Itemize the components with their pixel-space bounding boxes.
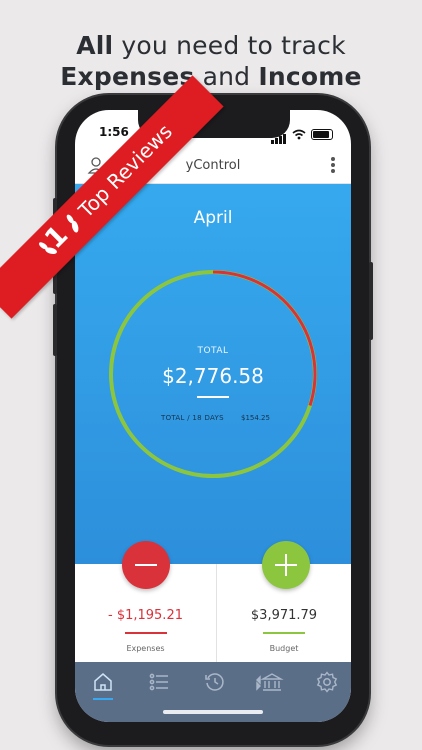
- headline-word-all: All: [76, 31, 114, 60]
- volume-down-button: [53, 304, 57, 356]
- budget-value[interactable]: $3,971.79: [217, 608, 351, 623]
- home-indicator[interactable]: [163, 710, 263, 714]
- headline: All you need to track Expenses and Incom…: [0, 30, 422, 92]
- gear-icon[interactable]: [315, 670, 339, 694]
- home-icon[interactable]: [91, 670, 115, 694]
- add-expense-button[interactable]: [122, 541, 170, 589]
- expenses-value[interactable]: - $1,195.21: [75, 608, 216, 623]
- status-time: 1:56: [99, 125, 129, 139]
- days-value: $154.25: [241, 414, 270, 422]
- headline-line-2: Expenses and Income: [0, 61, 422, 92]
- headline-word-expenses: Expenses: [60, 62, 195, 91]
- budget-underline: [263, 632, 305, 634]
- total-label: TOTAL: [197, 346, 229, 356]
- power-button: [369, 262, 373, 340]
- battery-icon: [311, 129, 333, 140]
- summary-panel: April TOTAL $2,776.58 TOTAL / 18 DAYS $1…: [75, 184, 351, 564]
- total-underline: [197, 396, 229, 398]
- list-icon[interactable]: [147, 670, 171, 694]
- headline-line-1-rest: you need to track: [113, 31, 346, 60]
- bank-icon[interactable]: [255, 670, 285, 694]
- headline-word-income: Income: [258, 62, 362, 91]
- add-income-button[interactable]: [262, 541, 310, 589]
- more-options-icon[interactable]: [331, 157, 337, 175]
- days-label: TOTAL / 18 DAYS: [161, 414, 224, 422]
- total-value: $2,776.58: [162, 364, 264, 388]
- expenses-label: Expenses: [126, 644, 165, 653]
- wifi-icon: [292, 129, 306, 140]
- tab-active-indicator: [93, 698, 113, 700]
- expenses-underline: [125, 632, 167, 634]
- headline-line-1: All you need to track: [0, 30, 422, 61]
- history-icon[interactable]: [203, 670, 227, 694]
